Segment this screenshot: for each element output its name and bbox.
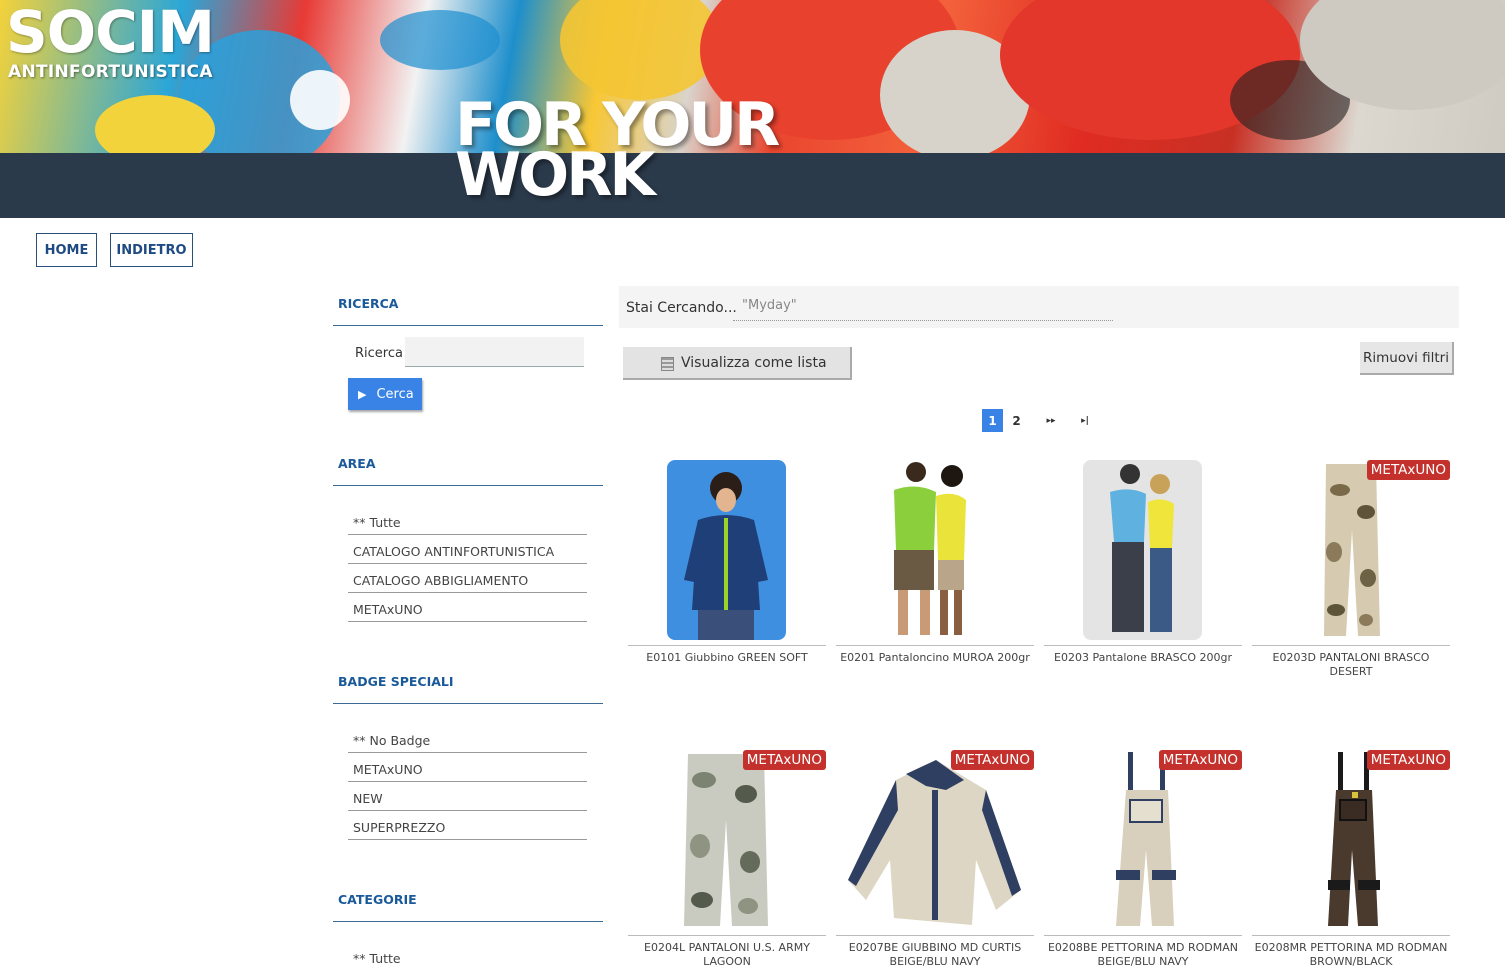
product-title[interactable]: E0207BE GIUBBINO MD CURTIS BEIGE/BLU NAV… [836,941,1034,969]
badge-item-superprezzo[interactable]: SUPERPREZZO [348,811,587,840]
header-slogan: FOR YOUR WORK [455,95,780,205]
area-item-antinfortunistica[interactable]: CATALOGO ANTINFORTUNISTICA [348,535,587,564]
product-divider [1252,645,1450,646]
badge-item-no-badge[interactable]: ** No Badge [348,724,587,753]
product-title[interactable]: E0203D PANTALONI BRASCO DESERT [1252,651,1450,679]
product-divider [836,645,1034,646]
back-button[interactable]: INDIETRO [110,233,193,267]
product-image-couple-shorts[interactable] [836,460,1034,640]
product-divider [1252,935,1450,936]
product-image-bib-overall-beige[interactable] [1044,750,1242,930]
area-item-abbigliamento[interactable]: CATALOGO ABBIGLIAMENTO [348,564,587,593]
site-header: SOCIM ANTINFORTUNISTICA FOR YOUR WORK [0,0,1505,218]
product-title[interactable]: E0208BE PETTORINA MD RODMAN BEIGE/BLU NA… [1044,941,1242,969]
remove-filters-button[interactable]: Rimuovi filtri [1360,342,1454,375]
view-as-list-label: Visualizza come lista [681,354,827,371]
search-button[interactable]: ▶ Cerca [348,378,422,410]
product-image-camo-lagoon[interactable] [628,750,826,930]
current-search-label: Stai Cercando... [626,300,737,316]
pagination-last-icon[interactable]: ▸| [1074,409,1096,432]
search-button-label: Cerca [376,386,414,402]
pagination-page-2[interactable]: 2 [1006,409,1027,432]
home-button[interactable]: HOME [36,233,97,267]
product-divider [628,935,826,936]
search-input[interactable] [405,337,584,367]
badge-item-metaxuno[interactable]: METAxUNO [348,753,587,782]
site-logo[interactable]: SOCIM [6,0,215,64]
product-image-couple-jeans[interactable] [1044,460,1242,640]
product-divider [1044,935,1242,936]
product-title[interactable]: E0201 Pantaloncino MUROA 200gr [836,651,1034,665]
product-divider [1044,645,1242,646]
product-badge: METAxUNO [1158,750,1242,770]
badges-heading: BADGE SPECIALI [333,674,603,704]
pagination-next-icon[interactable]: ▸▸ [1040,409,1062,432]
product-image-camo-desert[interactable] [1252,460,1450,640]
current-search-value[interactable]: "Myday" [733,295,1113,321]
product-divider [628,645,826,646]
search-label: Ricerca [355,346,403,361]
area-heading: AREA [333,456,603,486]
pagination-page-1[interactable]: 1 [982,409,1003,432]
product-title[interactable]: E0208MR PETTORINA MD RODMAN BROWN/BLACK [1252,941,1450,969]
current-search-bar: Stai Cercando... "Myday" [619,286,1459,328]
categories-heading: CATEGORIE [333,892,603,922]
product-badge: METAxUNO [742,750,826,770]
site-logo-subtitle: ANTINFORTUNISTICA [8,62,213,82]
badge-item-new[interactable]: NEW [348,782,587,811]
play-icon: ▶ [358,387,367,401]
view-as-list-button[interactable]: Visualizza come lista [623,347,852,380]
product-image-work-jacket[interactable] [836,750,1034,930]
product-badge: METAxUNO [1366,460,1450,480]
product-title[interactable]: E0101 Giubbino GREEN SOFT [628,651,826,665]
search-heading: RICERCA [333,296,603,326]
product-image-jacket[interactable] [628,460,826,640]
area-item-metaxuno[interactable]: METAxUNO [348,593,587,622]
category-item-all[interactable]: ** Tutte [348,942,587,971]
product-badge: METAxUNO [950,750,1034,770]
list-icon [661,357,674,371]
product-image-bib-overall-brown[interactable] [1252,750,1450,930]
product-title[interactable]: E0203 Pantalone BRASCO 200gr [1044,651,1242,665]
product-title[interactable]: E0204L PANTALONI U.S. ARMY LAGOON [628,941,826,969]
product-divider [836,935,1034,936]
area-item-all[interactable]: ** Tutte [348,506,587,535]
product-badge: METAxUNO [1366,750,1450,770]
